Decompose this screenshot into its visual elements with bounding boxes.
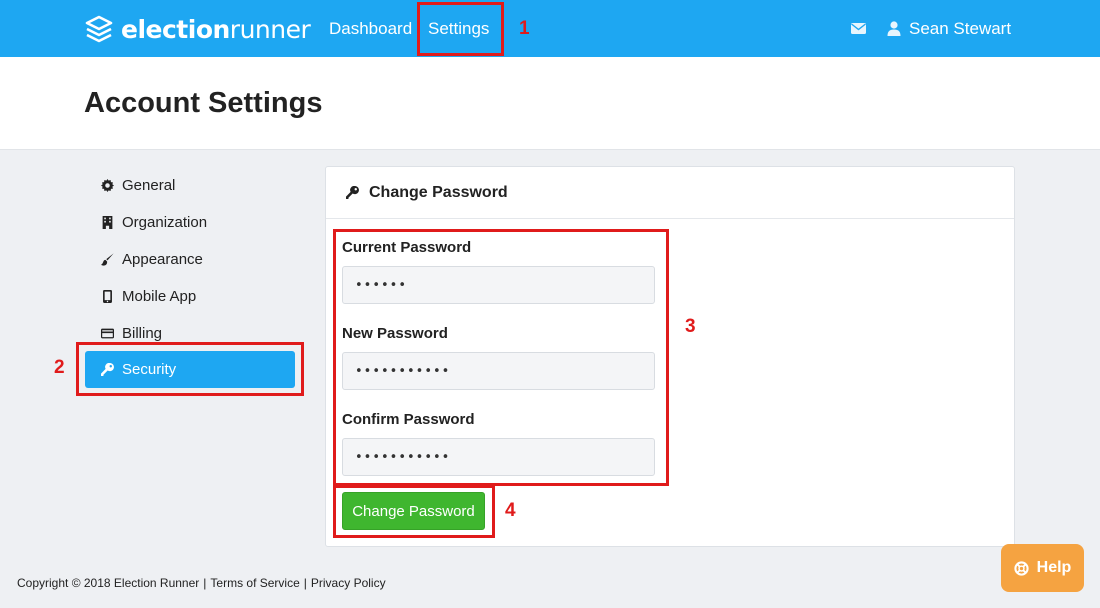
sidebar-item-appearance[interactable]: Appearance [85,241,295,277]
sidebar-item-label: Organization [122,213,208,231]
annotation-number-1: 1 [519,18,530,39]
page-header: Account Settings [0,57,1100,150]
annotation-box-3 [333,229,669,486]
sidebar-item-mobile-app[interactable]: Mobile App [85,278,295,314]
key-icon [346,186,359,199]
credit-card-icon [101,328,114,338]
terms-link[interactable]: Terms of Service [210,576,299,590]
footer-separator: | [203,576,207,590]
copyright-text: Copyright © 2018 Election Runner [17,576,200,590]
gear-icon [101,178,114,192]
annotation-box-2 [76,342,304,396]
brand-logo[interactable]: electionrunner [84,14,311,44]
life-ring-icon [1014,560,1029,576]
sidebar-item-organization[interactable]: Organization [85,204,295,240]
card-title: Change Password [369,183,508,201]
sidebar-item-label: Mobile App [122,287,197,305]
footer: Copyright © 2018 Election Runner | Terms o… [17,576,386,590]
card-header: Change Password [326,167,1014,219]
building-icon [102,215,113,229]
help-label: Help [1036,559,1072,576]
brand-name-light: runner [229,14,311,44]
sidebar-item-label: Appearance [122,250,203,268]
annotation-number-4: 4 [505,500,516,521]
footer-separator: | [303,576,307,590]
help-button[interactable]: Help [1001,544,1084,592]
sidebar-item-label: Billing [122,324,163,342]
sidebar-item-general[interactable]: General [85,167,295,203]
top-navbar: electionrunner Dashboard Settings Sean S… [0,0,1100,57]
brand-name: electionrunner [121,14,311,44]
brand-name-bold: election [121,14,230,44]
nav-dashboard[interactable]: Dashboard [329,19,412,39]
paintbrush-icon [101,252,114,266]
annotation-box-1 [417,2,504,56]
user-menu[interactable]: Sean Stewart [909,19,1011,39]
annotation-number-2: 2 [54,357,65,378]
privacy-link[interactable]: Privacy Policy [311,576,386,590]
layers-logo-icon [85,15,113,43]
envelope-icon[interactable] [851,23,866,34]
page-title: Account Settings [84,87,323,119]
annotation-box-4 [333,485,495,538]
user-icon [887,21,901,36]
mobile-icon [103,289,112,303]
annotation-number-3: 3 [685,316,696,337]
sidebar-item-label: General [122,176,176,194]
